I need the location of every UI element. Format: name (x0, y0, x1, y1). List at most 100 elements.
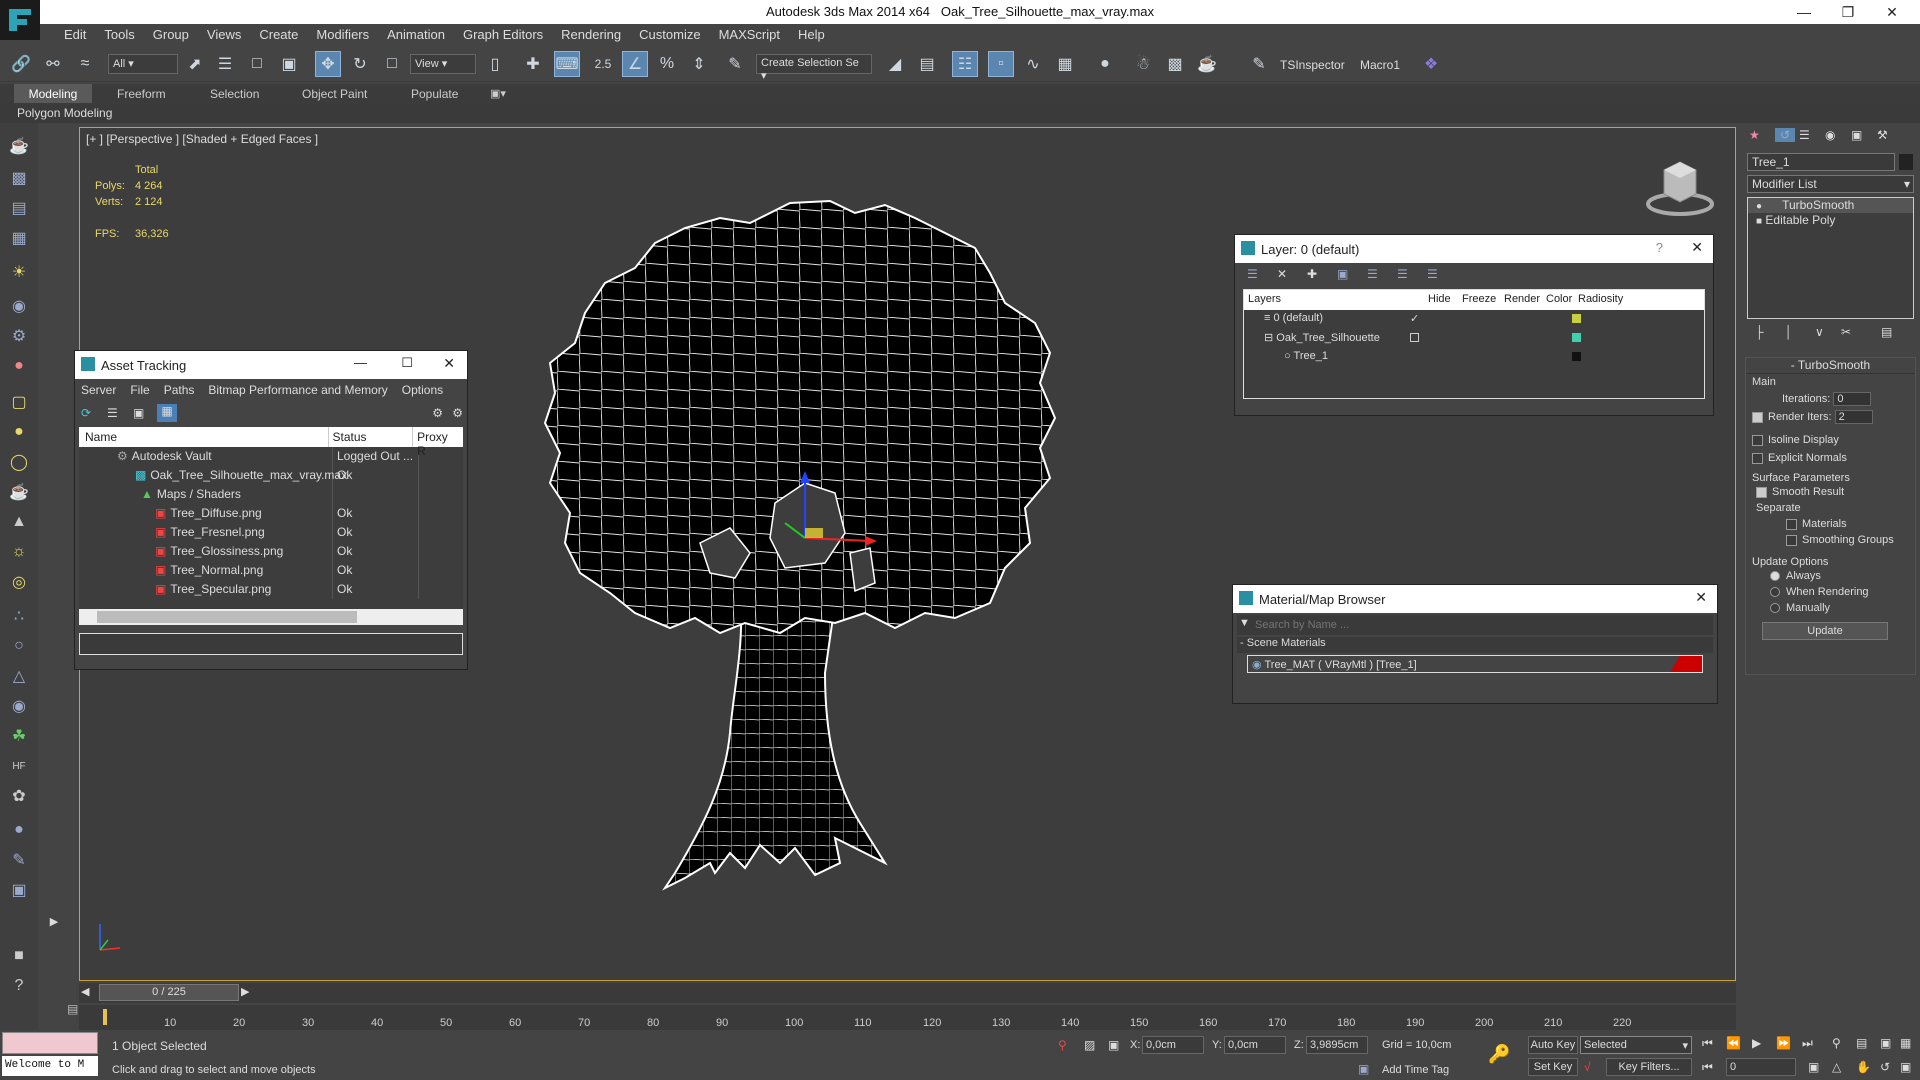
table-row[interactable]: ▣ Tree_Glossiness.png Ok (79, 542, 463, 561)
auto-key-button[interactable]: Auto Key (1528, 1036, 1578, 1054)
update-button[interactable]: Update (1762, 622, 1888, 640)
render-production-icon[interactable]: ☕ (1194, 51, 1220, 77)
minimize-icon[interactable]: — (1782, 0, 1826, 24)
menu-file[interactable]: File (130, 383, 149, 397)
snap-toggle-icon[interactable]: 2.5 (590, 51, 616, 77)
settings-icon[interactable]: ⚙ (452, 406, 463, 420)
iterations-spinner[interactable]: 0 (1833, 392, 1872, 406)
expand-icon[interactable]: ■ (1756, 216, 1762, 227)
cylinder-icon[interactable]: ◯ (6, 449, 32, 475)
tab-object-paint[interactable]: Object Paint (302, 84, 367, 101)
sphere-icon[interactable]: ● (6, 419, 32, 445)
filter-curve-icon[interactable]: √ (1584, 1060, 1591, 1074)
filter-icon[interactable]: ▼ (1239, 617, 1250, 629)
close-icon[interactable]: ✕ (1691, 239, 1703, 256)
select-by-name-icon[interactable]: ☰ (212, 51, 238, 77)
ribbon-toggle-icon[interactable]: ▫ (988, 51, 1014, 77)
hierarchy-tab-icon[interactable]: ☰ (1799, 128, 1810, 142)
tree-mesh[interactable] (535, 173, 1075, 923)
time-slider[interactable]: ◀ 0 / 225 ▶ (79, 983, 1736, 1003)
stack-item-turbosmooth[interactable]: ● TurboSmooth (1748, 198, 1913, 213)
horizontal-scrollbar[interactable] (79, 609, 463, 625)
help-icon[interactable]: ? (1656, 240, 1663, 255)
select-in-layer-icon[interactable]: ▣ (1337, 267, 1348, 281)
tab-populate[interactable]: Populate (411, 84, 458, 101)
zoom-icon[interactable]: ⚲ (1832, 1036, 1841, 1050)
render-icon[interactable]: ▩ (6, 165, 32, 191)
stack-item-editable-poly[interactable]: ■ Editable Poly (1748, 213, 1913, 228)
layer-color-swatch[interactable] (1572, 352, 1581, 361)
bone-icon[interactable]: △ (6, 663, 32, 689)
helper-icon[interactable]: ⚙ (6, 323, 32, 349)
foliage-icon[interactable]: ☘ (6, 723, 32, 749)
fov-icon[interactable]: △ (1832, 1060, 1841, 1074)
col-radiosity[interactable]: Radiosity (1576, 290, 1625, 310)
x-coord-field[interactable]: 0,0cm (1142, 1036, 1204, 1054)
expand-icon[interactable]: ▶ (44, 911, 64, 931)
set-key-button[interactable]: Set Key (1528, 1058, 1578, 1076)
torus-icon[interactable]: ◎ (6, 569, 32, 595)
show-end-result-icon[interactable]: │ (1785, 325, 1793, 339)
mental-ray-icon[interactable]: ▣ (6, 877, 32, 903)
keyboard-shortcut-icon[interactable]: ⌨ (554, 51, 580, 77)
app-logo-icon[interactable] (0, 0, 40, 40)
minimize-icon[interactable]: — (354, 355, 367, 370)
rendered-frame-icon[interactable]: ▩ (1162, 51, 1188, 77)
window-crossing-icon[interactable]: ▣ (276, 51, 302, 77)
teapot-prim-icon[interactable]: ☕ (6, 479, 32, 505)
thumbnail-icon[interactable]: ▣ (133, 406, 144, 420)
schematic-view-icon[interactable]: ▦ (1052, 51, 1078, 77)
object-color-swatch[interactable] (1899, 154, 1913, 170)
render-setup-icon[interactable]: ☃ (1130, 51, 1156, 77)
list-view-icon[interactable]: ☰ (107, 406, 118, 420)
bulb-icon[interactable]: ● (1756, 201, 1762, 212)
scene-materials-header[interactable]: - Scene Materials (1237, 637, 1713, 653)
render-iters-spinner[interactable]: 2 (1834, 410, 1873, 424)
teapot-icon[interactable]: ☕ (6, 133, 32, 159)
smooth-result-checkbox[interactable] (1756, 486, 1767, 498)
col-hide[interactable]: Hide (1426, 290, 1460, 310)
asset-path-field[interactable] (79, 633, 463, 655)
absolute-mode-icon[interactable]: ▣ (1108, 1038, 1119, 1052)
key-icon[interactable]: 🔑 (1488, 1044, 1510, 1065)
spacewarp-icon[interactable]: ● (6, 353, 32, 379)
link-icon[interactable]: 🔗 (8, 51, 34, 77)
menu-bitmap-performance[interactable]: Bitmap Performance and Memory (208, 383, 387, 397)
material-search-input[interactable] (1255, 616, 1695, 633)
macro1-button[interactable]: Macro1 (1360, 58, 1400, 72)
next-key-icon[interactable]: ⏩ (1776, 1036, 1791, 1050)
manually-radio[interactable] (1770, 603, 1780, 614)
when-rendering-radio[interactable] (1770, 587, 1780, 598)
col-render[interactable]: Render (1502, 290, 1544, 310)
close-icon[interactable]: ✕ (1870, 0, 1914, 24)
maxscript-listener-top[interactable] (2, 1032, 98, 1054)
cloth-icon[interactable]: ✿ (6, 783, 32, 809)
menu-graph-editors[interactable]: Graph Editors (454, 24, 552, 42)
maximize-icon[interactable]: ☐ (401, 355, 413, 371)
table-row[interactable]: ▣ Tree_Fresnel.png Ok (79, 523, 463, 542)
col-status[interactable]: Status (329, 427, 414, 447)
pivot-center-icon[interactable]: ▯ (482, 51, 508, 77)
layer-row[interactable]: ⊟ Oak_Tree_Silhouette (1244, 329, 1704, 348)
goto-start-icon[interactable]: ⏮ (1702, 1036, 1713, 1051)
goto-end-icon[interactable]: ⏭ (1802, 1036, 1813, 1051)
tsinspector-icon[interactable]: ✎ (1246, 51, 1272, 77)
col-color[interactable]: Color (1544, 290, 1576, 310)
help-icon[interactable]: ? (6, 973, 32, 999)
rect-selection-icon[interactable]: □ (244, 51, 270, 77)
menu-options[interactable]: Options (402, 383, 443, 397)
play-icon[interactable]: ▶ (1752, 1036, 1761, 1050)
delete-layer-icon[interactable]: ✕ (1277, 267, 1287, 281)
layer-row[interactable]: ≡ 0 (default) ✓ (1244, 310, 1704, 329)
modify-tab-icon[interactable]: ↺ (1775, 128, 1795, 142)
zoom-extents-all-icon[interactable]: ▦ (1900, 1036, 1911, 1050)
menu-tools[interactable]: Tools (95, 24, 143, 42)
freeze-all-icon[interactable]: ☰ (1427, 267, 1438, 281)
menu-help[interactable]: Help (789, 24, 834, 42)
table-row[interactable]: ▣ Tree_Diffuse.png Ok (79, 504, 463, 523)
make-unique-icon[interactable]: ∨ (1815, 325, 1824, 339)
percent-snap-icon[interactable]: % (654, 51, 680, 77)
key-filters-button[interactable]: Key Filters... (1606, 1058, 1692, 1076)
current-frame-field[interactable]: 0 (1726, 1058, 1796, 1076)
macro2-icon[interactable]: ❖ (1418, 51, 1444, 77)
